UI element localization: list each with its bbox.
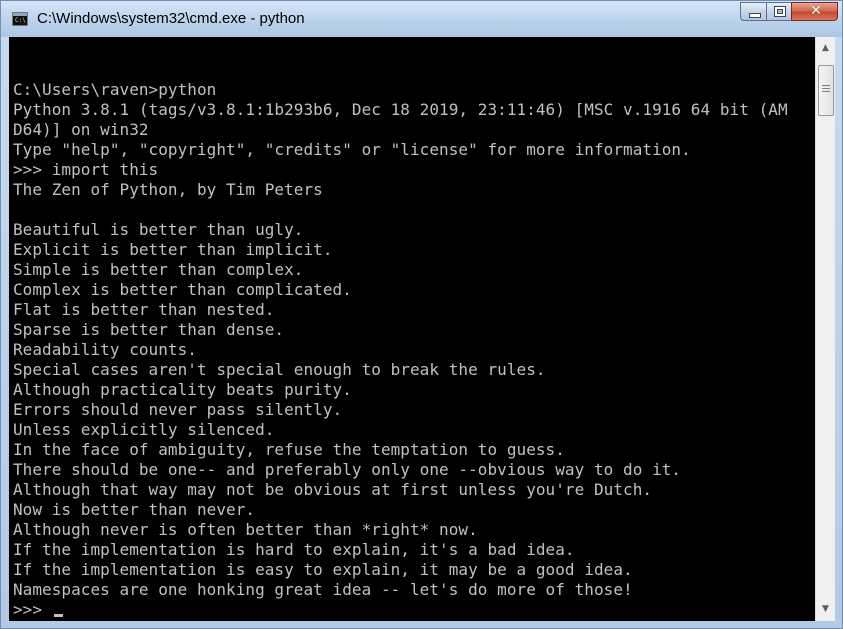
console-line: If the implementation is easy to explain… [13, 560, 633, 579]
console-line: C:\Users\raven>python [13, 80, 217, 99]
console-line: Python 3.8.1 (tags/v3.8.1:1b293b6, Dec 1… [13, 100, 788, 119]
console-line: Simple is better than complex. [13, 260, 304, 279]
console-line: The Zen of Python, by Tim Peters [13, 180, 323, 199]
window-border-bottom[interactable] [9, 621, 835, 629]
console-line: If the implementation is hard to explain… [13, 540, 575, 559]
console-line: In the face of ambiguity, refuse the tem… [13, 440, 565, 459]
arrow-up-icon[interactable]: ▲ [816, 40, 835, 57]
console-line: Sparse is better than dense. [13, 320, 285, 339]
console-line: Special cases aren't special enough to b… [13, 360, 546, 379]
arrow-down-icon[interactable]: ▼ [816, 601, 835, 618]
console-line: Explicit is better than implicit. [13, 240, 333, 259]
console-line: Errors should never pass silently. [13, 400, 343, 419]
close-icon: ✕ [810, 3, 822, 19]
scrollbar-thumb[interactable] [818, 65, 834, 116]
console-line: Flat is better than nested. [13, 300, 275, 319]
grip-icon [822, 85, 830, 94]
console-line: Beautiful is better than ugly. [13, 220, 304, 239]
minimize-button[interactable] [740, 2, 767, 21]
console-text: C:\Users\raven>python Python 3.8.1 (tags/… [13, 60, 788, 620]
console-line: Although never is often better than *rig… [13, 520, 478, 539]
console-line: >>> import this [13, 160, 159, 179]
console-icon-text: C:\ [15, 17, 26, 24]
console-line: Unless explicitly silenced. [13, 420, 275, 439]
console-line: Namespaces are one honking great idea --… [13, 580, 633, 599]
console-line: Although that way may not be obvious at … [13, 480, 653, 499]
console-line: Complex is better than complicated. [13, 280, 352, 299]
console-prompt-line[interactable]: >>> [13, 600, 788, 620]
console-line: Now is better than never. [13, 500, 256, 519]
console-line: Although practicality beats purity. [13, 380, 352, 399]
minimize-icon [749, 13, 761, 18]
close-button[interactable]: ✕ [791, 2, 838, 21]
console-line: There should be one-- and preferably onl… [13, 460, 682, 479]
console-prompt: >>> [13, 600, 52, 619]
console-line: Type "help", "copyright", "credits" or "… [13, 140, 691, 159]
console-line: D64)] on win32 [13, 120, 149, 139]
console-output[interactable]: C:\Users\raven>python Python 3.8.1 (tags/… [9, 37, 815, 621]
window-title: C:\Windows\system32\cmd.exe - python [37, 10, 305, 27]
caption-buttons: ✕ [740, 2, 838, 24]
maximize-icon [774, 6, 786, 17]
console-icon[interactable]: C:\ [12, 12, 28, 26]
console-line: Readability counts. [13, 340, 197, 359]
vertical-scrollbar[interactable]: ▲ ▼ [815, 37, 835, 621]
title-bar[interactable]: C:\ C:\Windows\system32\cmd.exe - python… [1, 1, 842, 37]
maximize-button[interactable] [766, 2, 792, 21]
cmd-window: C:\ C:\Windows\system32\cmd.exe - python… [0, 0, 843, 629]
window-border-right[interactable] [835, 37, 842, 629]
text-cursor [53, 614, 63, 617]
